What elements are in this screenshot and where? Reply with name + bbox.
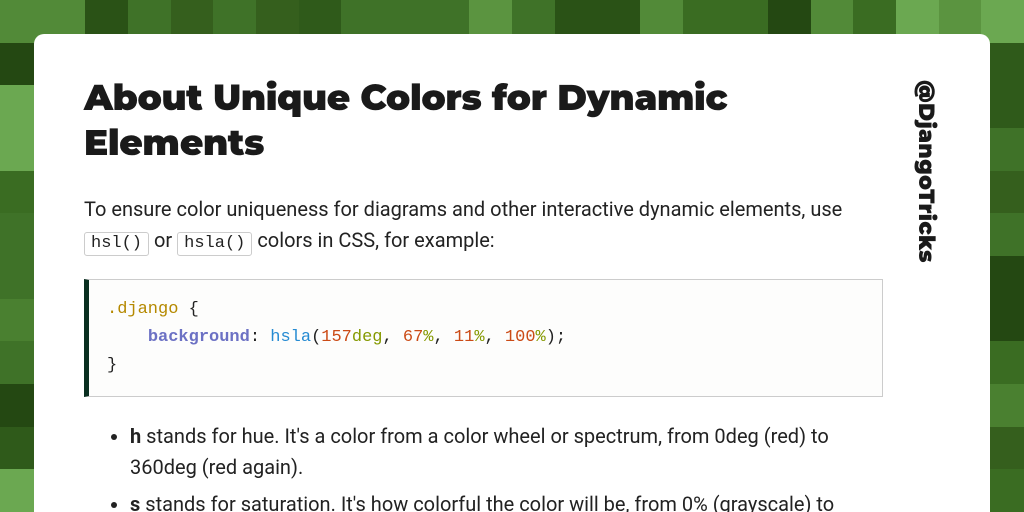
bullet-list: h stands for hue. It's a color from a co… [84,421,883,512]
author-handle: @DjangoTricks [913,76,940,512]
inline-code-hsl: hsl() [84,232,149,256]
code-function: hsla [270,328,311,347]
code-block: .django { background: hsla(157deg, 67%, … [84,279,883,397]
intro-text-2: or [154,228,177,252]
list-item: s stands for saturation. It's how colorf… [130,489,883,512]
article-content: About Unique Colors for Dynamic Elements… [84,76,883,512]
bullet-key: s [130,492,140,512]
bullet-text: stands for hue. It's a color from a colo… [130,424,829,479]
intro-paragraph: To ensure color uniqueness for diagrams … [84,194,883,257]
code-property: background [148,328,250,347]
inline-code-hsla: hsla() [177,232,252,256]
list-item: h stands for hue. It's a color from a co… [130,421,883,483]
bullet-key: h [130,424,141,448]
page-title: About Unique Colors for Dynamic Elements [84,76,883,166]
intro-text-3: colors in CSS, for example: [257,228,494,252]
intro-text-1: To ensure color uniqueness for diagrams … [84,197,842,221]
bullet-text: stands for saturation. It's how colorful… [130,492,834,512]
article-card: About Unique Colors for Dynamic Elements… [34,34,990,512]
code-selector: .django [107,300,178,319]
